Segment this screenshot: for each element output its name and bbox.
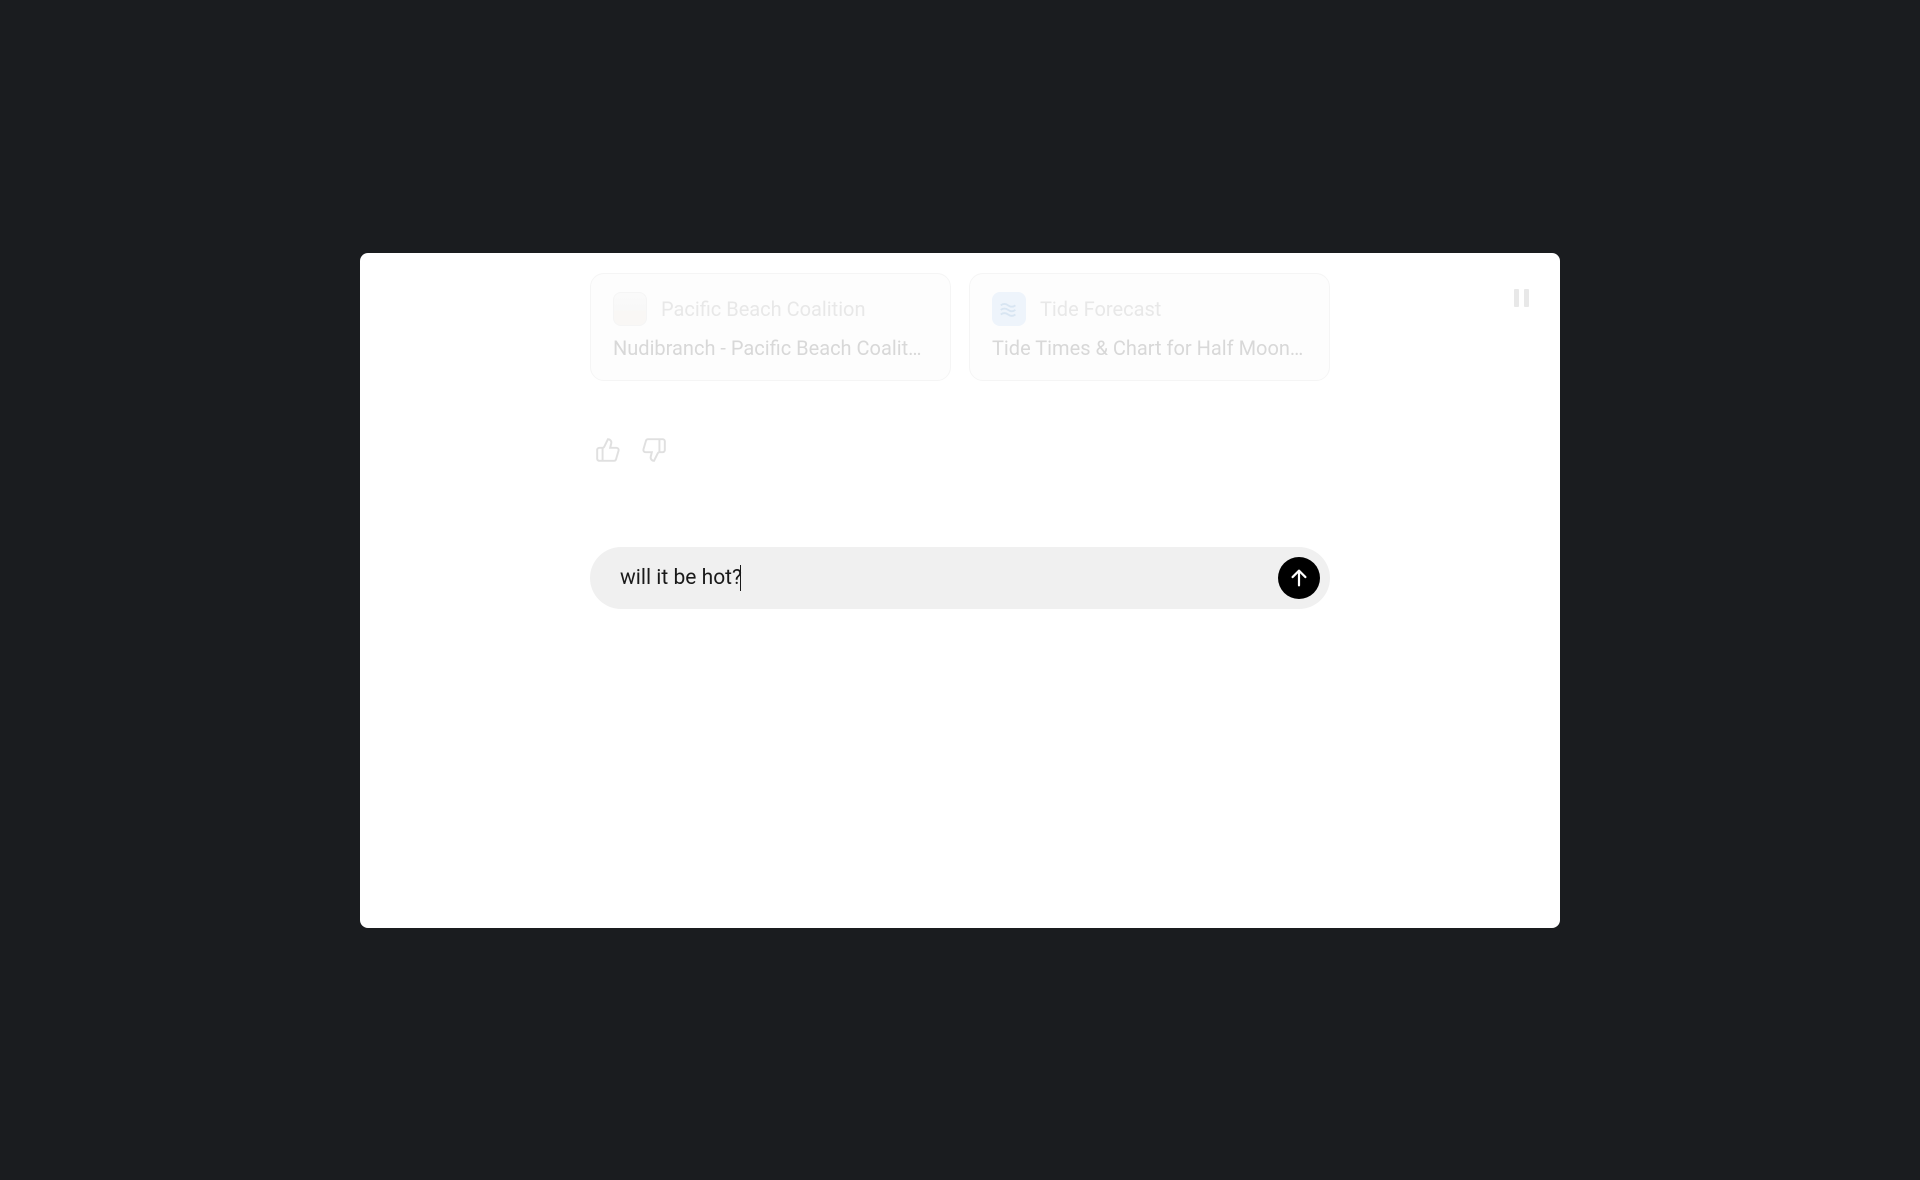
reference-cards: Pacific Beach Coalition Nudibranch - Pac… [590,273,1330,381]
send-button[interactable] [1278,557,1320,599]
card-title: Tide Times & Chart for Half Moon Bay [992,336,1305,360]
feedback-row [590,437,1330,465]
pause-button[interactable] [1514,289,1530,307]
card-title: Nudibranch - Pacific Beach Coalition [613,336,926,360]
pause-icon [1514,289,1519,307]
arrow-up-icon [1288,567,1310,589]
pause-icon [1524,289,1529,307]
thumbs-up-icon [595,437,621,463]
thumbs-down-button[interactable] [640,437,668,465]
thumbs-down-icon [641,437,667,463]
card-header: Tide Forecast [992,292,1305,326]
card-source: Tide Forecast [1040,297,1161,321]
tide-icon [992,292,1026,326]
card-source: Pacific Beach Coalition [661,297,866,321]
reference-card[interactable]: Tide Forecast Tide Times & Chart for Hal… [969,273,1330,381]
text-cursor [740,565,741,591]
app-window: Pacific Beach Coalition Nudibranch - Pac… [360,253,1560,928]
chat-input[interactable]: will it be hot? [620,565,1278,591]
beach-icon [613,292,647,326]
card-header: Pacific Beach Coalition [613,292,926,326]
chat-input-text: will it be hot? [620,566,742,590]
chat-input-wrapper[interactable]: will it be hot? [590,547,1330,609]
input-area: will it be hot? [590,547,1330,609]
thumbs-up-button[interactable] [594,437,622,465]
reference-card[interactable]: Pacific Beach Coalition Nudibranch - Pac… [590,273,951,381]
content-area: Pacific Beach Coalition Nudibranch - Pac… [360,273,1560,609]
